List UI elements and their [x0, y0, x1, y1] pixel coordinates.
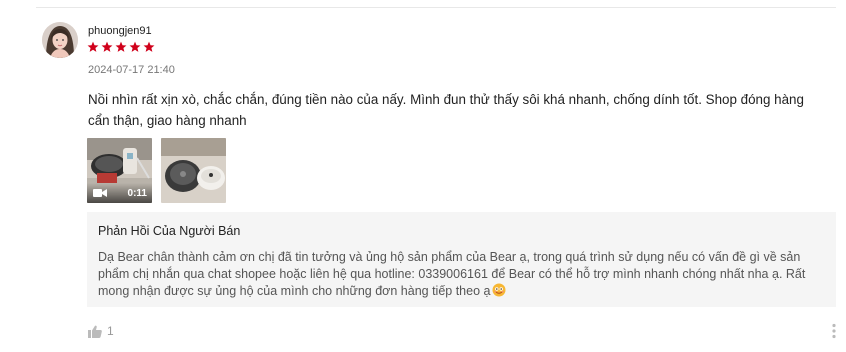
video-overlay: 0:11 — [87, 183, 152, 203]
like-button[interactable]: 1 — [88, 324, 114, 338]
smiling-face-emoji-icon — [492, 283, 506, 297]
review-text: Nồi nhìn rất xịn xò, chắc chắn, đúng tiề… — [88, 92, 804, 128]
top-divider — [36, 7, 836, 8]
seller-response-text-block: Dạ Bear chân thành cảm ơn chị đã tin tưở… — [98, 249, 826, 300]
review-video-thumbnail[interactable]: 0:11 — [87, 138, 152, 203]
star-icon — [129, 41, 141, 52]
seller-response-text: Dạ Bear chân thành cảm ơn chị đã tin tưở… — [98, 250, 806, 298]
avatar-image — [42, 22, 78, 58]
reviewer-username: phuongjen91 — [88, 25, 152, 37]
review-photo — [161, 138, 226, 203]
video-duration: 0:11 — [127, 187, 147, 199]
more-options-button[interactable] — [831, 323, 837, 344]
video-camera-icon — [93, 189, 107, 197]
more-vertical-icon — [832, 323, 836, 339]
avatar[interactable] — [42, 22, 78, 58]
star-icon — [87, 41, 99, 52]
seller-response: Phản Hồi Của Người Bán Dạ Bear chân thàn… — [87, 212, 836, 307]
star-icon — [143, 41, 155, 52]
star-icon — [101, 41, 113, 52]
seller-response-title: Phản Hồi Của Người Bán — [98, 224, 241, 238]
like-count: 1 — [107, 324, 114, 338]
thumbs-up-icon — [88, 325, 102, 338]
review-timestamp: 2024-07-17 21:40 — [88, 64, 175, 76]
rating-stars — [87, 41, 155, 53]
star-icon — [115, 41, 127, 52]
review-image-thumbnail[interactable] — [161, 138, 226, 203]
